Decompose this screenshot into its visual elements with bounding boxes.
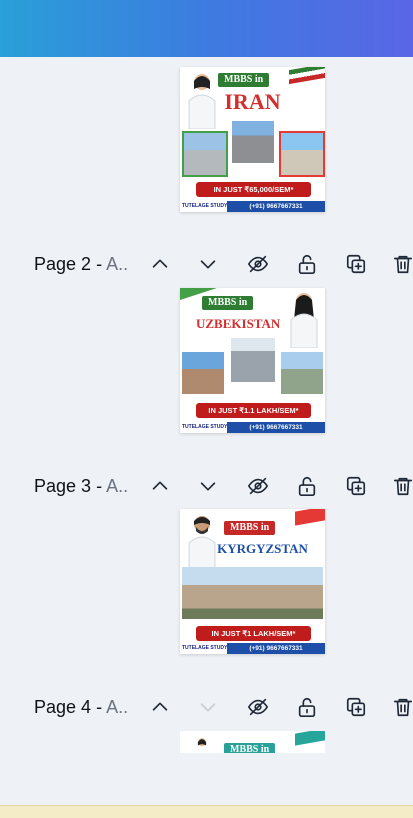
lock-page-button[interactable] <box>295 252 319 276</box>
thumb-footer: TUTELAGE STUDY (+91) 9667667331 <box>180 643 325 654</box>
doctor-illustration <box>197 738 207 747</box>
lock-page-button[interactable] <box>295 695 319 719</box>
page-1-thumbnail[interactable]: MBBS in IRAN IN JUST ₹65,000/SEM* TUTELA… <box>180 67 325 212</box>
delete-page-button[interactable] <box>391 252 413 276</box>
hide-page-button[interactable] <box>246 474 270 498</box>
chevron-up-icon <box>152 259 168 268</box>
page-4-label[interactable]: Page 4 - A.. <box>34 697 128 718</box>
campus-photo <box>182 567 323 619</box>
page-4-thumbnail[interactable]: MBBS in <box>180 731 325 753</box>
unlock-icon <box>298 476 316 496</box>
thumb-phone: (+91) 9667667331 <box>227 422 325 433</box>
duplicate-page-button[interactable] <box>344 474 368 498</box>
move-up-button[interactable] <box>148 252 172 276</box>
trash-icon <box>393 255 413 274</box>
page-2-label[interactable]: Page 2 - A.. <box>34 254 128 275</box>
page-title: A.. <box>106 696 129 717</box>
thumb-price-banner: IN JUST ₹1 LAKH/SEM* <box>196 626 311 641</box>
thumb-phone: (+91) 9667667331 <box>227 643 325 654</box>
duplicate-page-button[interactable] <box>344 252 368 276</box>
eye-off-icon <box>248 698 268 716</box>
page-3-row[interactable]: Page 3 - A.. <box>0 466 413 506</box>
campus-photo <box>180 350 226 396</box>
eye-off-icon <box>248 477 268 495</box>
page-3-thumbnail[interactable]: MBBS in KYRGYZSTAN IN JUST ₹1 LAKH/SEM* … <box>180 509 325 654</box>
thumb-phone: (+91) 9667667331 <box>227 201 325 212</box>
page-number: Page 2 <box>34 253 92 274</box>
editor-top-bar <box>0 0 413 57</box>
trash-icon <box>393 698 413 717</box>
move-down-button <box>196 695 220 719</box>
chevron-up-icon <box>152 481 168 490</box>
thumb-country: KYRGYZSTAN <box>217 541 308 556</box>
thumb-badge: MBBS in <box>202 296 254 310</box>
page-number: Page 4 <box>34 696 92 717</box>
delete-page-button[interactable] <box>391 695 413 719</box>
thumb-brand: TUTELAGE STUDY <box>182 645 228 651</box>
thumb-badge: MBBS in <box>224 521 276 535</box>
bottom-notice-strip <box>0 805 413 818</box>
page-separator: - <box>91 475 107 496</box>
move-up-button[interactable] <box>148 695 172 719</box>
trash-icon <box>393 477 413 496</box>
campus-photo <box>279 131 325 177</box>
thumb-brand: TUTELAGE STUDY <box>182 424 228 430</box>
page-number: Page 3 <box>34 475 92 496</box>
page-separator: - <box>91 253 107 274</box>
thumb-country: IRAN <box>224 89 281 114</box>
thumb-brand: TUTELAGE STUDY <box>182 203 228 209</box>
move-up-button[interactable] <box>148 474 172 498</box>
duplicate-icon <box>346 254 366 274</box>
chevron-down-icon <box>200 703 216 712</box>
chevron-down-icon <box>200 260 216 269</box>
chevron-up-icon <box>152 702 168 711</box>
eye-off-icon <box>248 255 268 273</box>
lock-page-button[interactable] <box>295 474 319 498</box>
delete-page-button[interactable] <box>391 474 413 498</box>
thumb-price-banner: IN JUST ₹65,000/SEM* <box>196 182 311 197</box>
campus-photo <box>182 131 228 177</box>
thumb-footer: TUTELAGE STUDY (+91) 9667667331 <box>180 422 325 433</box>
page-2-thumbnail[interactable]: MBBS in UZBEKISTAN IN JUST ₹1.1 LAKH/SEM… <box>180 288 325 433</box>
campus-photo <box>229 336 277 384</box>
chevron-down-icon <box>200 482 216 491</box>
hide-page-button[interactable] <box>246 252 270 276</box>
campus-photo <box>230 119 276 165</box>
page-3-label[interactable]: Page 3 - A.. <box>34 476 128 497</box>
thumb-country: UZBEKISTAN <box>196 316 281 331</box>
hide-page-button[interactable] <box>246 695 270 719</box>
page-4-row[interactable]: Page 4 - A.. <box>0 687 413 727</box>
unlock-icon <box>298 254 316 274</box>
move-down-button[interactable] <box>196 252 220 276</box>
unlock-icon <box>298 697 316 717</box>
campus-photo <box>279 350 325 396</box>
duplicate-icon <box>346 697 366 717</box>
thumb-badge: MBBS in <box>224 743 276 753</box>
move-down-button[interactable] <box>196 474 220 498</box>
thumb-price-banner: IN JUST ₹1.1 LAKH/SEM* <box>196 403 311 418</box>
page-title: A.. <box>106 475 129 496</box>
duplicate-icon <box>346 476 366 496</box>
thumb-badge: MBBS in <box>218 73 270 87</box>
thumb-footer: TUTELAGE STUDY (+91) 9667667331 <box>180 201 325 212</box>
page-2-row[interactable]: Page 2 - A.. <box>0 244 413 284</box>
page-separator: - <box>91 696 107 717</box>
duplicate-page-button[interactable] <box>344 695 368 719</box>
page-title: A.. <box>106 253 129 274</box>
